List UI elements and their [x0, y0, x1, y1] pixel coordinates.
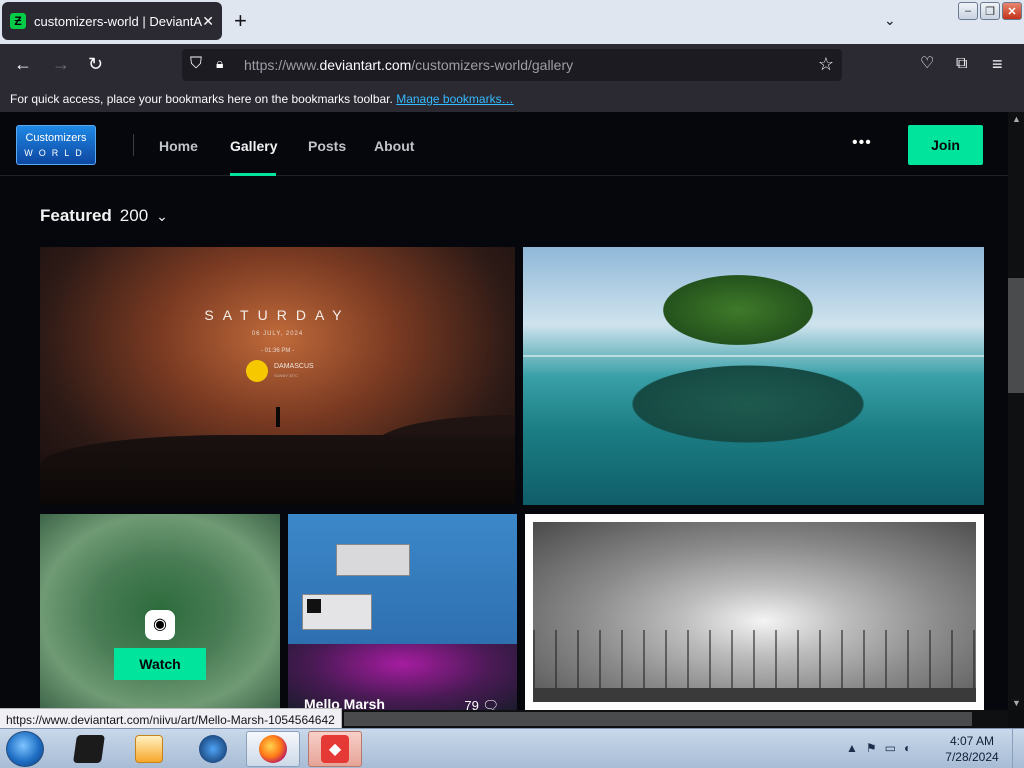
tray-display-icon[interactable]: ▭ [885, 741, 896, 755]
gallery-card-bw-trees[interactable] [525, 514, 984, 710]
start-button[interactable] [6, 731, 44, 767]
bookmarks-toolbar: For quick access, place your bookmarks h… [0, 86, 1024, 112]
anydesk-icon: ◆ [321, 735, 349, 763]
extensions-icon[interactable]: ⧉ [956, 54, 967, 74]
sun-weather-icon [246, 360, 268, 382]
ground-shape [40, 435, 515, 505]
browser-tab[interactable]: Ƶ customizers-world | DeviantArt ✕ [2, 2, 222, 40]
nav-posts[interactable]: Posts [308, 138, 346, 154]
deviantart-favicon-icon: Ƶ [10, 13, 26, 29]
wallpaper-date-text: 06 JULY, 2024 [251, 331, 304, 337]
site-header: Customizers WORLD Home Gallery Posts Abo… [0, 112, 1008, 176]
browser-nav-bar: ← → ↻ ⛉ 🔒︎ https://www.deviantart.com/cu… [0, 44, 1024, 86]
tracking-shield-icon[interactable]: ⛉ [190, 55, 202, 73]
waterline [523, 355, 984, 357]
comment-count[interactable]: 79 🗨︎ [464, 698, 499, 710]
browser-tab-bar: Ƶ customizers-world | DeviantArt ✕ + ⌄ –… [0, 0, 1024, 44]
wallpaper-weather-text: SUNNY 33°C [274, 373, 298, 378]
hscroll-thumb[interactable] [344, 712, 972, 726]
clock-time: 4:07 AM [949, 734, 995, 748]
bookmark-star-icon[interactable]: ☆ [818, 54, 834, 75]
turtle-shape [613, 359, 883, 449]
horizontal-scrollbar[interactable] [344, 710, 1008, 728]
scrollbar-thumb[interactable] [1008, 278, 1024, 393]
window-controls: – ❐ ✕ [958, 2, 1022, 20]
forward-arrow-icon[interactable]: → [52, 54, 70, 74]
taskbar-item-firefox[interactable] [246, 731, 300, 767]
list-all-tabs-chevron-icon[interactable]: ⌄ [884, 12, 896, 29]
chevron-down-icon: ⌄ [156, 207, 168, 224]
window-mockup-1 [336, 544, 410, 576]
featured-label: Featured [40, 206, 112, 225]
gallery-card-blurred[interactable]: ◉ Watch [40, 514, 280, 710]
tray-volume-icon[interactable]: ◐ [904, 741, 911, 755]
restore-icon[interactable]: ❐ [980, 2, 1000, 20]
menu-hamburger-icon[interactable]: ≡ [992, 54, 1003, 74]
taskbar-item-terminal[interactable] [62, 731, 116, 767]
featured-count: 200 [119, 206, 149, 225]
scroll-down-arrow-icon[interactable]: ▼ [1012, 698, 1021, 708]
link-status-popup: https://www.deviantart.com/niivu/art/Mel… [0, 708, 342, 730]
vertical-scrollbar[interactable]: ▲ ▼ [1008, 112, 1024, 710]
pocket-icon[interactable]: ♡ [920, 54, 934, 74]
tray-expand-icon[interactable]: ▲ [846, 741, 858, 755]
logo-line2: WORLD [24, 148, 88, 158]
tab-title: customizers-world | DeviantArt [34, 13, 203, 29]
new-tab-icon[interactable]: + [234, 10, 247, 32]
header-divider [133, 134, 134, 156]
lock-icon[interactable]: 🔒︎ [216, 55, 223, 72]
taskbar-clock[interactable]: 4:07 AM 7/28/2024 [942, 733, 1002, 765]
address-bar[interactable]: ⛉ 🔒︎ https://www.deviantart.com/customiz… [182, 49, 842, 81]
island-shape [663, 275, 813, 345]
logo-line1: Customizers [25, 132, 87, 144]
eye-icon: ◉ [145, 610, 175, 640]
comment-count-value: 79 [464, 698, 479, 710]
webpage: Customizers WORLD Home Gallery Posts Abo… [0, 112, 1008, 710]
featured-dropdown[interactable]: Featured 200 ⌄ [40, 206, 168, 226]
walking-figure [276, 407, 280, 427]
screen: Ƶ customizers-world | DeviantArt ✕ + ⌄ –… [0, 0, 1024, 768]
gallery-card-turtle-island[interactable] [523, 247, 984, 505]
tray-action-center-icon[interactable]: ⚑ [866, 741, 877, 755]
media-player-icon [135, 735, 163, 763]
reload-icon[interactable]: ↻ [88, 54, 103, 74]
url-text[interactable]: https://www.deviantart.com/customizers-w… [244, 57, 573, 73]
join-button[interactable]: Join [908, 125, 983, 165]
tab-close-icon[interactable]: ✕ [202, 13, 214, 30]
gallery-card-saturday[interactable]: SATURDAY 06 JULY, 2024 - 01:36 PM - DAMA… [40, 247, 515, 505]
show-desktop-button[interactable] [1012, 729, 1024, 768]
more-options-icon[interactable]: ••• [852, 134, 872, 152]
manage-bookmarks-link[interactable]: Manage bookmarks… [396, 92, 513, 106]
window-mockup-2 [302, 594, 372, 630]
taskbar-item-anydesk[interactable]: ◆ [308, 731, 362, 767]
clock-date: 7/28/2024 [945, 750, 999, 764]
terminal-app-icon [73, 735, 105, 763]
system-tray: ▲ ⚑ ▭ ◐ [846, 741, 911, 755]
bw-photo [533, 522, 976, 702]
comment-icon: 🗨︎ [482, 698, 499, 710]
minimize-icon[interactable]: – [958, 2, 978, 20]
bookmarks-message: For quick access, place your bookmarks h… [10, 92, 393, 106]
back-arrow-icon[interactable]: ← [14, 54, 32, 74]
customizers-world-logo[interactable]: Customizers WORLD [16, 125, 96, 165]
nav-home[interactable]: Home [159, 138, 198, 154]
field-shape [533, 688, 976, 702]
gallery-card-mello-marsh[interactable]: Mello Marsh 79 🗨︎ [288, 514, 517, 710]
taskbar-item-media-player[interactable] [122, 731, 176, 767]
nav-gallery[interactable]: Gallery [230, 138, 277, 154]
watch-button[interactable]: Watch [114, 648, 206, 680]
active-tab-underline [230, 173, 276, 176]
close-window-icon[interactable]: ✕ [1002, 2, 1022, 20]
tree-line [533, 630, 976, 690]
globe-icon [199, 735, 227, 763]
windows-taskbar: ◆ ▲ ⚑ ▭ ◐ 4:07 AM 7/28/2024 [0, 728, 1024, 768]
scroll-up-arrow-icon[interactable]: ▲ [1012, 114, 1021, 124]
wallpaper-city-text: DAMASCUS [274, 363, 314, 370]
wallpaper-day-text: SATURDAY [204, 307, 351, 323]
nav-about[interactable]: About [374, 138, 414, 154]
wallpaper-time-text: - 01:36 PM - [260, 348, 294, 354]
taskbar-item-network[interactable] [186, 731, 240, 767]
firefox-icon [259, 735, 287, 763]
